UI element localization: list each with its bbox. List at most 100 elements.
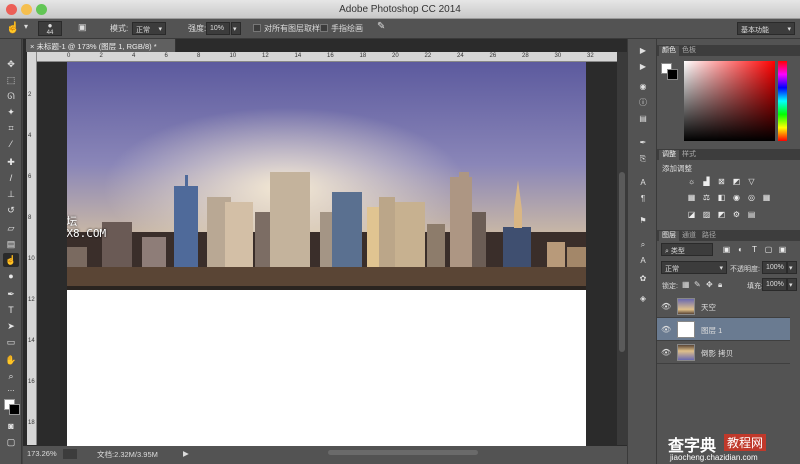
pressure-icon[interactable]: ✎ xyxy=(377,21,385,32)
crop-tool-icon[interactable]: ⌗ xyxy=(3,121,19,135)
pen-tool-icon[interactable]: ✒ xyxy=(3,287,19,301)
posterize-icon[interactable]: ▨ xyxy=(701,210,712,219)
dodge-tool-icon[interactable]: ● xyxy=(3,269,19,283)
tab-adjustments[interactable]: 调整 xyxy=(659,150,679,160)
tab-paths[interactable]: 路径 xyxy=(699,231,719,241)
black-white-icon[interactable]: ◧ xyxy=(716,193,727,202)
paragraph-panel-icon[interactable]: ¶ xyxy=(636,193,650,205)
strength-input[interactable]: 10% xyxy=(206,22,230,35)
brush-panel-icon[interactable]: ▣ xyxy=(78,22,87,33)
glyphs-panel-icon[interactable]: A xyxy=(636,255,650,267)
eyedropper-tool-icon[interactable]: ⁄ xyxy=(3,137,19,151)
opacity-slider-button[interactable]: ▾ xyxy=(787,261,797,274)
fill-slider-button[interactable]: ▾ xyxy=(787,278,797,291)
color-picker-field[interactable] xyxy=(684,61,775,141)
threshold-icon[interactable]: ◩ xyxy=(716,210,727,219)
character-style-icon[interactable]: A xyxy=(636,177,650,189)
workspace-select[interactable]: 基本功能 ▾ xyxy=(737,22,795,35)
zoom-stepper[interactable] xyxy=(63,449,77,459)
filter-pixel-icon[interactable]: ▣ xyxy=(721,245,732,254)
brush-settings-icon[interactable]: ✒ xyxy=(636,137,650,149)
layer-row[interactable]: 👁︎ 天空 xyxy=(657,295,790,318)
smudge-tool-icon[interactable]: ☝ xyxy=(6,21,20,34)
photo-filter-icon[interactable]: ◉ xyxy=(731,193,742,202)
screen-mode-icon[interactable]: ▢ xyxy=(3,435,19,449)
levels-icon[interactable]: ▟ xyxy=(701,177,712,186)
hand-tool-icon[interactable]: ✋ xyxy=(3,353,19,367)
eraser-tool-icon[interactable]: ▱ xyxy=(3,221,19,235)
3d-panel-icon[interactable]: ◈ xyxy=(636,293,650,305)
lock-position-icon[interactable]: ✥ xyxy=(706,280,713,289)
character-panel-icon[interactable]: ◉ xyxy=(636,81,650,93)
hue-slider[interactable] xyxy=(778,61,787,141)
filter-adjustment-icon[interactable]: ◐ xyxy=(735,245,746,254)
actions-panel-icon[interactable]: ▶ xyxy=(636,61,650,73)
selective-color-icon[interactable]: ⚙ xyxy=(731,210,742,219)
zoom-tool-icon[interactable]: ⌕ xyxy=(3,369,19,383)
navigator-panel-icon[interactable]: ▤ xyxy=(636,113,650,125)
tab-styles[interactable]: 样式 xyxy=(679,150,699,160)
gradient-tool-icon[interactable]: ▤ xyxy=(3,237,19,251)
curves-icon[interactable]: ⊠ xyxy=(716,177,727,186)
tab-swatches[interactable]: 色板 xyxy=(679,46,699,56)
history-panel-icon[interactable]: ▶ xyxy=(636,45,650,57)
tool-preset-dropdown[interactable]: ▾ xyxy=(24,22,28,31)
horizontal-scroll-thumb[interactable] xyxy=(328,450,478,455)
blend-mode-select[interactable]: 正常 ▾ xyxy=(661,261,727,274)
filter-type-icon[interactable]: T xyxy=(749,245,760,254)
layer-row-selected[interactable]: 👁︎ 图层 1 xyxy=(657,318,790,341)
type-tool-icon[interactable]: T xyxy=(3,303,19,317)
opacity-input[interactable]: 100% xyxy=(762,261,787,274)
tab-channels[interactable]: 通道 xyxy=(679,231,699,241)
lock-all-icon[interactable]: 🔒︎ xyxy=(718,280,722,290)
color-balance-icon[interactable]: ⚖ xyxy=(701,193,712,202)
filter-smart-object-icon[interactable]: ▣ xyxy=(777,245,788,254)
brush-tool-icon[interactable]: / xyxy=(3,171,19,185)
vibrance-icon[interactable]: ▽ xyxy=(746,177,757,186)
layer-row[interactable]: 👁︎ 倒影 拷贝 xyxy=(657,341,790,364)
brightness-contrast-icon[interactable]: ☼ xyxy=(686,177,697,186)
healing-brush-tool-icon[interactable]: ✚ xyxy=(3,155,19,169)
strength-slider-button[interactable]: ▾ xyxy=(231,22,241,35)
finger-painting-checkbox[interactable] xyxy=(320,24,328,32)
zoom-level[interactable]: 173.26% xyxy=(27,449,57,458)
gradient-map-icon[interactable]: ▤ xyxy=(746,210,757,219)
visibility-eye-icon[interactable]: 👁︎ xyxy=(661,302,671,311)
brush-preset-picker[interactable]: ● 44 xyxy=(38,21,62,36)
sample-all-layers-checkbox[interactable] xyxy=(253,24,261,32)
filter-shape-icon[interactable]: ▢ xyxy=(763,245,774,254)
canvas[interactable]: PS教程论坛 BBS.16XX8.COM xyxy=(67,62,586,446)
tab-color[interactable]: 颜色 xyxy=(659,46,679,56)
history-brush-tool-icon[interactable]: ↺ xyxy=(3,203,19,217)
invert-icon[interactable]: ◪ xyxy=(686,210,697,219)
document-tab[interactable]: × 未标题-1 @ 173% (图层 1, RGB/8) * xyxy=(26,39,176,52)
fill-input[interactable]: 100% xyxy=(762,278,787,291)
swatches-panel-icon[interactable]: ⚑ xyxy=(636,215,650,227)
more-tools-icon[interactable]: ⋯ xyxy=(3,385,19,399)
visibility-eye-icon[interactable]: 👁︎ xyxy=(661,325,671,334)
smudge-tool-icon[interactable]: ☝ xyxy=(3,253,19,267)
mode-select[interactable]: 正常 ▾ xyxy=(132,22,166,35)
vertical-scrollbar[interactable] xyxy=(617,52,627,445)
status-menu-arrow-icon[interactable]: ▶ xyxy=(183,449,189,458)
hue-saturation-icon[interactable]: ▦ xyxy=(686,193,697,202)
clone-source-icon[interactable]: ⎘ xyxy=(636,153,650,165)
quick-mask-icon[interactable]: ◙ xyxy=(3,419,19,433)
properties-panel-icon[interactable]: ⌕ xyxy=(636,239,650,251)
lock-image-icon[interactable]: ✎ xyxy=(694,280,701,289)
background-color-swatch[interactable] xyxy=(9,404,20,415)
path-selection-tool-icon[interactable]: ➤ xyxy=(3,319,19,333)
exposure-icon[interactable]: ◩ xyxy=(731,177,742,186)
layer-filter-select[interactable]: ⌕ 类型 xyxy=(661,243,713,256)
tab-layers[interactable]: 图层 xyxy=(659,231,679,241)
marquee-tool-icon[interactable]: ⬚ xyxy=(3,73,19,87)
color-lookup-icon[interactable]: ▦ xyxy=(761,193,772,202)
quick-select-tool-icon[interactable]: ✦ xyxy=(3,105,19,119)
background-color-chip[interactable] xyxy=(667,69,678,80)
lasso-tool-icon[interactable]: ᘏ xyxy=(3,89,19,103)
clone-stamp-tool-icon[interactable]: ⊥ xyxy=(3,187,19,201)
info-panel-icon[interactable]: ⓘ xyxy=(636,97,650,109)
move-tool-icon[interactable]: ✥ xyxy=(3,57,19,71)
lock-transparent-icon[interactable]: ▦ xyxy=(682,280,690,289)
rectangle-tool-icon[interactable]: ▭ xyxy=(3,335,19,349)
